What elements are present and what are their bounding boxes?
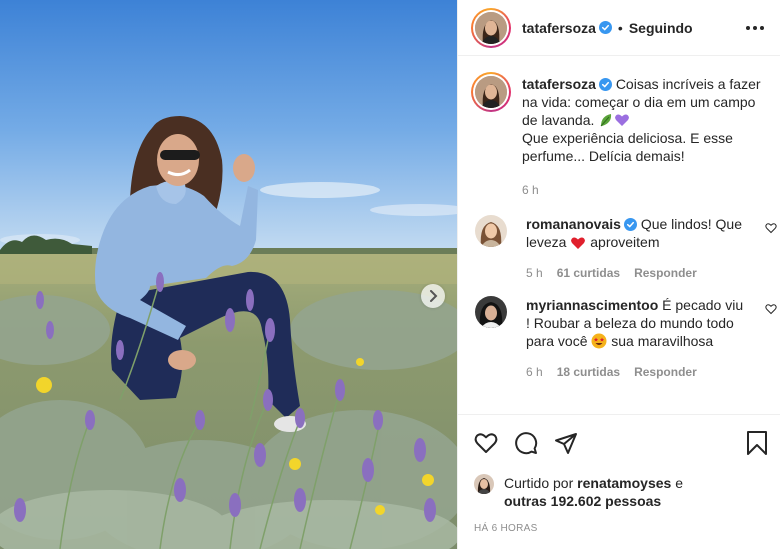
comment-meta: 6 h 18 curtidas Responder (526, 363, 750, 381)
verified-badge-icon (598, 78, 612, 91)
avatar-image (474, 474, 494, 494)
header-user-info: tatafersoza • Seguindo (522, 20, 693, 36)
liker-avatar[interactable] (474, 474, 494, 494)
caption-body: tatafersoza Coisas incríveis a fazer na … (522, 75, 762, 199)
photo-lavender-field (0, 0, 457, 549)
comment-time[interactable]: 6 h (526, 363, 543, 381)
comment-username[interactable]: myriannascimentoo (526, 297, 658, 313)
comment-username[interactable]: romananovais (526, 216, 621, 232)
comments-list: tatafersoza Coisas incríveis a fazer na … (458, 56, 780, 381)
comment-body: myriannascimentoo É pecado viu ! Roubar … (526, 296, 750, 381)
chevron-right-icon (430, 290, 438, 302)
likes-count[interactable]: outras 192.602 pessoas (504, 493, 661, 509)
liked-by: Curtido por renatamoyses e outras 192.60… (474, 474, 768, 510)
post-timestamp[interactable]: HÁ 6 HORAS (474, 523, 768, 534)
paper-plane-icon[interactable] (554, 431, 578, 455)
comment-item: romananovais Que lindos! Que leveza apro… (475, 215, 777, 282)
star-struck-emoji-icon (591, 333, 607, 349)
bookmark-icon[interactable] (746, 431, 768, 455)
header-username[interactable]: tatafersoza (522, 20, 596, 36)
caption-meta: 6 h (522, 181, 762, 199)
purple-heart-emoji-icon (615, 114, 630, 126)
comment-icon[interactable] (514, 431, 538, 455)
comment-avatar[interactable] (475, 296, 507, 328)
caption: tatafersoza Coisas incríveis a fazer na … (471, 72, 764, 199)
header-separator: • (617, 19, 623, 36)
avatar-image (475, 215, 507, 247)
comment-meta: 5 h 61 curtidas Responder (526, 264, 750, 282)
liked-by-joiner: e (675, 475, 684, 491)
heart-icon[interactable] (474, 431, 498, 455)
author-avatar[interactable] (471, 7, 511, 48)
avatar-image (475, 11, 507, 44)
comment-likes[interactable]: 61 curtidas (557, 264, 620, 282)
instagram-post: tatafersoza • Seguindo tatafersoza Coisa… (0, 0, 780, 549)
post-photo[interactable] (0, 0, 457, 549)
like-comment-heart-icon[interactable] (765, 222, 777, 234)
caption-text: tatafersoza Coisas incríveis a fazer na … (522, 75, 762, 165)
comment-text-part2: aproveitem (590, 234, 660, 250)
more-horizontal-icon (746, 25, 750, 30)
post-header: tatafersoza • Seguindo (458, 0, 780, 56)
caption-username[interactable]: tatafersoza (522, 76, 596, 92)
comment-item: myriannascimentoo É pecado viu ! Roubar … (475, 296, 777, 381)
comment-text: myriannascimentoo É pecado viu ! Roubar … (526, 296, 750, 350)
liked-by-user[interactable]: renatamoyses (577, 475, 671, 491)
caption-time[interactable]: 6 h (522, 181, 539, 199)
verified-badge-icon (598, 21, 612, 34)
post-side-panel: tatafersoza • Seguindo tatafersoza Coisa… (457, 0, 780, 549)
like-comment-heart-icon[interactable] (765, 303, 777, 315)
reply-button[interactable]: Responder (634, 363, 697, 381)
post-actions: Curtido por renatamoyses e outras 192.60… (458, 414, 780, 534)
red-heart-emoji-icon (571, 237, 586, 249)
herb-emoji-icon (600, 114, 612, 127)
liked-by-prefix: Curtido por (504, 475, 574, 491)
comment-avatar[interactable] (475, 215, 507, 247)
following-button[interactable]: Seguindo (629, 20, 693, 36)
action-bar (474, 429, 768, 457)
comment-body: romananovais Que lindos! Que leveza apro… (526, 215, 750, 282)
next-photo-button[interactable] (421, 284, 445, 308)
verified-badge-icon (623, 218, 637, 231)
avatar-image (475, 296, 507, 328)
liked-by-text: Curtido por renatamoyses e outras 192.60… (504, 474, 683, 510)
comment-text: romananovais Que lindos! Que leveza apro… (526, 215, 750, 251)
reply-button[interactable]: Responder (634, 264, 697, 282)
comment-time[interactable]: 5 h (526, 264, 543, 282)
comment-text-part2: sua maravilhosa (611, 333, 714, 349)
avatar-image (475, 76, 507, 108)
more-options-button[interactable] (746, 20, 764, 36)
caption-avatar[interactable] (471, 72, 511, 112)
caption-line2: Que experiência deliciosa. E esse perfum… (522, 130, 733, 164)
comment-likes[interactable]: 18 curtidas (557, 363, 620, 381)
